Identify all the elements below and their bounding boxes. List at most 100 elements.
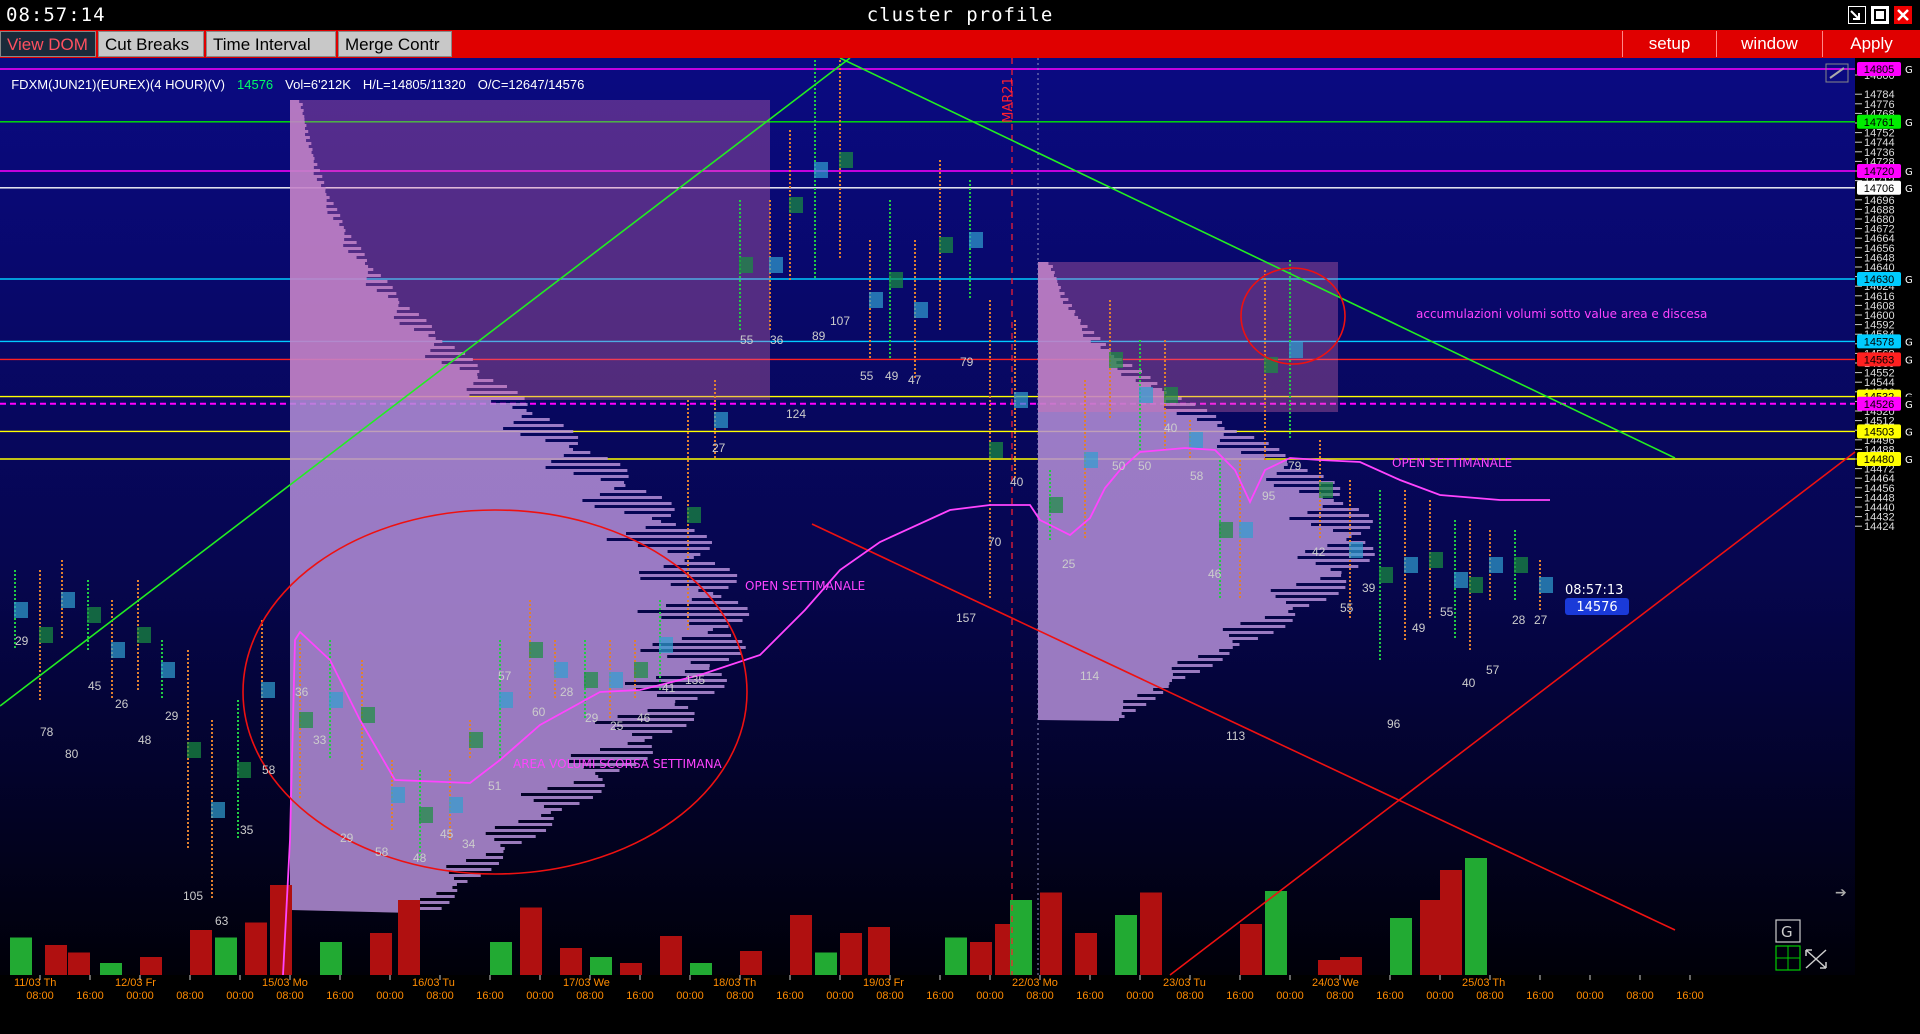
volume-bar — [840, 933, 862, 975]
time-label: 08:00 — [576, 990, 604, 1002]
time-label: 00:00 — [1126, 990, 1154, 1002]
cluster-cell — [449, 797, 463, 813]
bar-count: 96 — [1387, 717, 1401, 731]
g-marker[interactable]: G — [1905, 337, 1913, 348]
cluster-profile-chart[interactable]: MAR21 AREA VOLUMI SCORSA SETTIMANA OPEN … — [0, 57, 1920, 1030]
bar-count: 95 — [1262, 489, 1276, 503]
chart-area[interactable]: MAR21 AREA VOLUMI SCORSA SETTIMANA OPEN … — [0, 57, 1920, 1030]
bar-count: 55 — [1440, 605, 1454, 619]
cluster-cell — [137, 627, 151, 643]
bar-count: 26 — [115, 697, 129, 711]
cluster-cell — [1239, 522, 1253, 538]
volume-bar — [1440, 870, 1462, 975]
cluster-cell — [769, 257, 783, 273]
cluster-cell — [1049, 497, 1063, 513]
volume-bar — [660, 936, 682, 975]
price-level-value: 14805 — [1864, 64, 1895, 76]
cluster-cell — [814, 162, 828, 178]
mar21-label: MAR21 — [1001, 77, 1016, 123]
price-level-value: 14578 — [1864, 336, 1895, 348]
bar-count: 55 — [740, 333, 754, 347]
volume-bar — [10, 937, 32, 975]
cluster-cell — [869, 292, 883, 308]
bar-count: 51 — [488, 779, 502, 793]
time-label: 00:00 — [976, 990, 1004, 1002]
time-label: 00:00 — [1276, 990, 1304, 1002]
time-interval-button[interactable]: Time Interval — [206, 31, 336, 57]
volume-bar — [1265, 891, 1287, 975]
view-dom-button[interactable]: View DOM — [0, 31, 96, 57]
g-marker[interactable]: G — [1905, 167, 1913, 178]
time-label: 08:00 — [426, 990, 454, 1002]
time-label: 16:00 — [326, 990, 354, 1002]
g-marker[interactable]: G — [1905, 400, 1913, 411]
volume-bar — [140, 957, 162, 975]
cluster-cell — [739, 257, 753, 273]
cluster-cell — [187, 742, 201, 758]
instrument-info: FDXM(JUN21)(EUREX)(4 HOUR)(V) 14576 Vol=6'… — [4, 62, 596, 92]
cluster-cell — [529, 642, 543, 658]
time-label: 00:00 — [376, 990, 404, 1002]
g-marker[interactable]: G — [1905, 118, 1913, 129]
apply-button[interactable]: Apply — [1822, 31, 1920, 57]
bar-count: 50 — [1112, 459, 1126, 473]
date-label: 25/03 Th — [1462, 977, 1505, 989]
price-level-value: 14480 — [1864, 454, 1895, 466]
g-marker[interactable]: G — [1905, 427, 1913, 438]
time-label: 08:00 — [26, 990, 54, 1002]
maximize-icon[interactable] — [1871, 6, 1889, 24]
bar-count: 34 — [462, 837, 476, 851]
symbol-label: FDXM(JUN21)(EUREX)(4 HOUR)(V) — [11, 77, 226, 92]
bar-count: 27 — [712, 441, 726, 455]
setup-button[interactable]: setup — [1622, 31, 1716, 57]
bar-count: 48 — [413, 851, 427, 865]
g-marker[interactable]: G — [1905, 455, 1913, 466]
time-label: 16:00 — [926, 990, 954, 1002]
cluster-cell — [714, 412, 728, 428]
bar-count: 58 — [262, 763, 276, 777]
g-marker[interactable]: G — [1905, 355, 1913, 366]
cluster-cell — [839, 152, 853, 168]
volume-bar — [68, 952, 90, 975]
window-button[interactable]: window — [1716, 31, 1822, 57]
cluster-cell — [1164, 387, 1178, 403]
g-marker[interactable]: G — [1905, 184, 1913, 195]
cluster-cell — [939, 237, 953, 253]
time-label: 00:00 — [826, 990, 854, 1002]
cluster-cell — [211, 802, 225, 818]
g-marker[interactable]: G — [1905, 65, 1913, 76]
svg-text:G: G — [1781, 923, 1793, 941]
close-icon[interactable] — [1894, 6, 1912, 24]
volume-bar — [520, 907, 542, 975]
arrow-right-icon[interactable]: ➔ — [1835, 885, 1847, 901]
cut-breaks-button[interactable]: Cut Breaks — [98, 31, 204, 57]
bar-count: 35 — [240, 823, 254, 837]
cluster-cell — [914, 302, 928, 318]
cluster-cell — [361, 707, 375, 723]
volume-bar — [690, 963, 712, 975]
bar-count: 58 — [375, 845, 389, 859]
cluster-cell — [1404, 557, 1418, 573]
cluster-cell — [1319, 482, 1333, 498]
bar-count: 36 — [295, 685, 309, 699]
bar-count: 28 — [560, 685, 574, 699]
volume-bar — [868, 927, 890, 975]
time-label: 16:00 — [76, 990, 104, 1002]
cluster-cell — [469, 732, 483, 748]
bar-count: 45 — [88, 679, 102, 693]
volume-bar — [490, 942, 512, 975]
bar-count: 27 — [1534, 613, 1548, 627]
time-label: 08:00 — [1626, 990, 1654, 1002]
cluster-cell — [687, 507, 701, 523]
volume-bar — [398, 900, 420, 975]
price-level-value: 14761 — [1864, 117, 1895, 129]
cluster-cell — [1454, 572, 1468, 588]
minimize-icon[interactable] — [1848, 6, 1866, 24]
cluster-cell — [789, 197, 803, 213]
merge-contr-button[interactable]: Merge Contr — [338, 31, 452, 57]
date-label: 19/03 Fr — [863, 977, 904, 989]
bar-count: 79 — [960, 355, 974, 369]
price-level-value: 14563 — [1864, 354, 1895, 366]
g-marker[interactable]: G — [1905, 275, 1913, 286]
cluster-cell — [1109, 352, 1123, 368]
